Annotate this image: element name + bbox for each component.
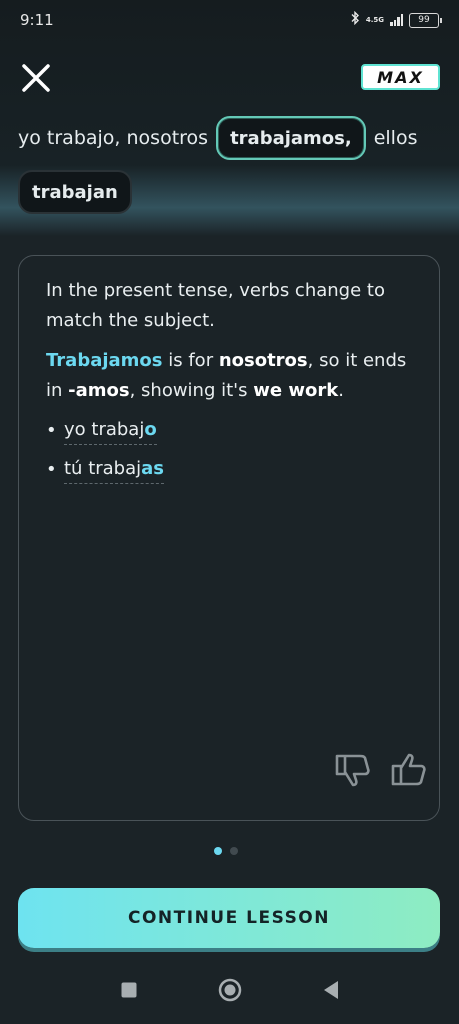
signal-icon xyxy=(390,14,403,26)
home-icon[interactable] xyxy=(218,978,242,1006)
recents-icon[interactable] xyxy=(120,981,138,1003)
sentence-row: yo trabajo, nosotros trabajamos, ellos t… xyxy=(18,116,448,214)
pagination-dot-active xyxy=(214,847,222,855)
close-button[interactable] xyxy=(18,60,54,96)
close-icon xyxy=(22,64,50,92)
list-item: • tú trabajas xyxy=(46,455,416,485)
highlight-word: Trabajamos xyxy=(46,350,163,371)
sentence-prefix: yo trabajo, nosotros xyxy=(18,127,209,149)
word-chip[interactable]: trabajan xyxy=(18,170,132,214)
ending-word: -amos xyxy=(68,380,130,401)
word-chip-selected[interactable]: trabajamos, xyxy=(216,116,366,160)
explanation-card: In the present tense, verbs change to ma… xyxy=(18,255,440,821)
explanation-paragraph-1: In the present tense, verbs change to ma… xyxy=(46,280,385,331)
thumbs-down-icon[interactable] xyxy=(333,752,371,792)
thumbs-up-icon[interactable] xyxy=(389,752,427,792)
status-bar: 9:11 4.5G 99 xyxy=(0,0,459,40)
example-word[interactable]: yo trabajo xyxy=(64,418,157,445)
meaning-word: we work xyxy=(253,380,339,401)
explanation-text: In the present tense, verbs change to ma… xyxy=(46,276,416,494)
back-icon[interactable] xyxy=(322,980,340,1004)
example-list: • yo trabajo • tú trabajas xyxy=(46,416,416,485)
pagination-dot xyxy=(230,847,238,855)
sentence-middle: ellos xyxy=(373,127,418,149)
example-word[interactable]: tú trabajas xyxy=(64,457,165,484)
feedback-buttons xyxy=(333,752,427,792)
network-type: 4.5G xyxy=(365,15,384,24)
status-icons: 4.5G 99 xyxy=(350,10,442,29)
status-time: 9:11 xyxy=(20,11,54,29)
list-item: • yo trabajo xyxy=(46,416,416,446)
continue-lesson-button[interactable]: CONTINUE LESSON xyxy=(18,888,440,948)
system-nav-bar xyxy=(0,960,459,1024)
pagination-dots xyxy=(214,847,238,855)
bluetooth-icon xyxy=(350,10,360,29)
subject-word: nosotros xyxy=(218,350,308,371)
max-badge[interactable]: MAX xyxy=(361,64,440,90)
battery-icon: 99 xyxy=(409,12,442,28)
explanation-paragraph-2: Trabajamos is for nosotros, so it ends i… xyxy=(46,350,407,401)
